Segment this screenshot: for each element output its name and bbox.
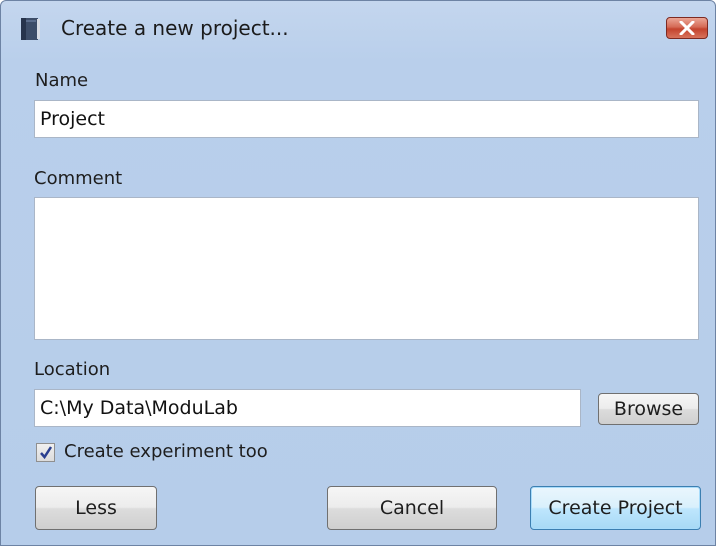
- cancel-button[interactable]: Cancel: [327, 486, 497, 530]
- create-experiment-checkbox[interactable]: [36, 443, 55, 462]
- checkmark-icon: [40, 446, 53, 460]
- create-experiment-label[interactable]: Create experiment too: [64, 441, 268, 462]
- comment-textarea[interactable]: [34, 197, 699, 340]
- book-icon: [18, 16, 42, 42]
- create-project-button[interactable]: Create Project: [530, 486, 701, 530]
- window-title: Create a new project...: [61, 16, 289, 40]
- location-label: Location: [34, 359, 111, 380]
- name-input[interactable]: Project: [34, 100, 699, 138]
- close-button[interactable]: [666, 17, 708, 39]
- browse-button[interactable]: Browse: [598, 393, 699, 425]
- create-project-dialog: Create a new project... Name Project Com…: [0, 0, 716, 546]
- name-label: Name: [35, 70, 89, 91]
- title-bar[interactable]: Create a new project...: [1, 1, 715, 51]
- comment-label: Comment: [34, 168, 123, 189]
- close-icon: [679, 21, 695, 35]
- location-input[interactable]: C:\My Data\ModuLab: [34, 389, 581, 427]
- less-button[interactable]: Less: [35, 486, 157, 530]
